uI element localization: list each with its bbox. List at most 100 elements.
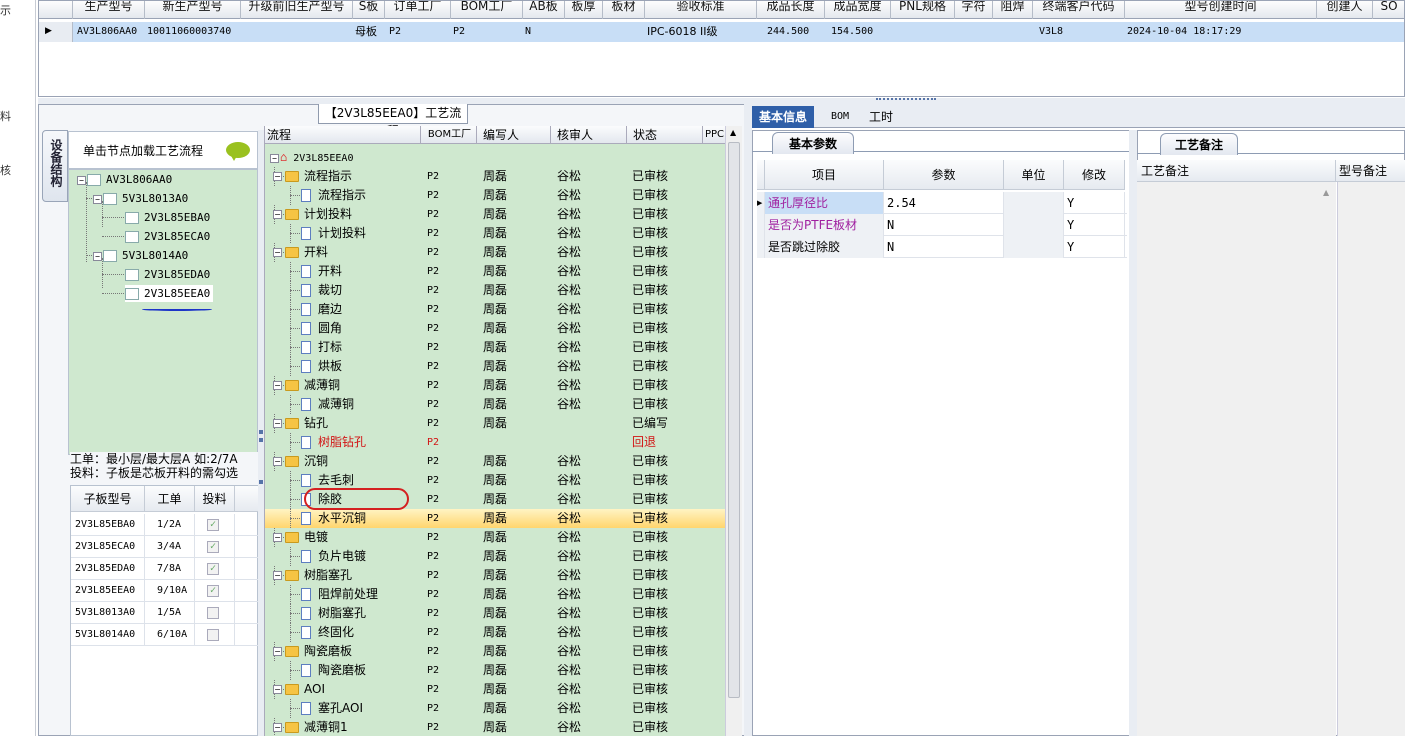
process-row[interactable]: 打标 P2 周磊 谷松 已审核	[265, 338, 725, 357]
col-header[interactable]: PPC	[703, 126, 725, 144]
tab-bom[interactable]: BOM	[824, 106, 856, 128]
process-row[interactable]: − 电镀 P2 周磊 谷松 已审核	[265, 528, 725, 547]
cell-created-time[interactable]: 2024-10-04 18:17:29	[1125, 22, 1241, 42]
collapse-toggle[interactable]: −	[273, 210, 282, 219]
cell-acceptance[interactable]: IPC-6018 II级	[645, 22, 718, 42]
cell-order[interactable]: 9/10A	[145, 580, 195, 602]
cell-width[interactable]: 154.500	[829, 22, 873, 42]
col-header[interactable]: 升级前旧生产型号	[241, 1, 353, 19]
col-header[interactable]: 工艺备注	[1141, 160, 1189, 182]
process-row[interactable]: − 减薄铜1 P2 周磊 谷松 已审核	[265, 718, 725, 736]
process-row[interactable]: − AOI P2 周磊 谷松 已审核	[265, 680, 725, 699]
feed-checkbox[interactable]: ✓	[207, 585, 219, 597]
feed-checkbox[interactable]: ✓	[207, 541, 219, 553]
process-row[interactable]: 磨边 P2 周磊 谷松 已审核	[265, 300, 725, 319]
process-row[interactable]: 烘板 P2 周磊 谷松 已审核	[265, 357, 725, 376]
col-header[interactable]: PNL规格	[891, 1, 955, 19]
cell-value[interactable]: 2.54	[884, 192, 1004, 214]
col-header[interactable]: 项目	[765, 160, 884, 190]
tab-work-hours[interactable]: 工时	[862, 106, 900, 128]
tree-root-row[interactable]: − ⌂ 2V3L85EEA0	[265, 148, 725, 167]
col-header[interactable]: 创建人	[1317, 1, 1373, 19]
tree-node[interactable]: −5V3L8013A0	[93, 192, 188, 205]
col-header[interactable]: 型号创建时间	[1125, 1, 1317, 19]
cell-sub-model[interactable]: 2V3L85EBA0	[71, 514, 145, 536]
col-header[interactable]: 板厚	[565, 1, 603, 19]
col-header[interactable]: 验收标准	[645, 1, 757, 19]
col-header[interactable]: 单位	[1004, 160, 1064, 190]
col-header[interactable]: 生产型号	[73, 1, 145, 19]
col-header[interactable]: 板材	[603, 1, 645, 19]
process-row[interactable]: 开料 P2 周磊 谷松 已审核	[265, 262, 725, 281]
process-row[interactable]: − 陶瓷磨板 P2 周磊 谷松 已审核	[265, 642, 725, 661]
process-row[interactable]: − 计划投料 P2 周磊 谷松 已审核	[265, 205, 725, 224]
tree-node-root[interactable]: − AV3L806AA0	[77, 173, 172, 186]
table-row[interactable]: 5V3L8014A0 6/10A	[71, 624, 259, 646]
collapse-toggle[interactable]: −	[273, 571, 282, 580]
col-header[interactable]: 成品宽度	[825, 1, 891, 19]
equipment-structure-tab[interactable]: 设备结构	[42, 130, 68, 202]
col-header[interactable]: 成品长度	[757, 1, 825, 19]
col-header[interactable]: 子板型号	[71, 486, 145, 512]
process-row[interactable]: − 流程指示 P2 周磊 谷松 已审核	[265, 167, 725, 186]
table-row[interactable]: 5V3L8013A0 1/5A	[71, 602, 259, 624]
collapse-toggle[interactable]: −	[273, 723, 282, 732]
param-row[interactable]: 是否跳过除胶 N Y	[757, 236, 1127, 258]
col-header[interactable]: 投料	[195, 486, 235, 512]
process-row[interactable]: 负片电镀 P2 周磊 谷松 已审核	[265, 547, 725, 566]
scroll-thumb[interactable]	[728, 142, 740, 698]
cell-unit[interactable]	[1004, 214, 1064, 236]
scroll-up-icon[interactable]: ▲	[730, 128, 736, 137]
table-row[interactable]: ▶ AV3L806AA0 10011060003740 母板 P2 P2 N I…	[39, 22, 1404, 42]
cell-order[interactable]: 7/8A	[145, 558, 195, 580]
collapse-toggle[interactable]: −	[273, 533, 282, 542]
col-header[interactable]: 终端客户代码	[1033, 1, 1125, 19]
cell-order[interactable]: 1/2A	[145, 514, 195, 536]
collapse-toggle[interactable]: −	[273, 457, 282, 466]
vertical-scrollbar[interactable]: ▲	[725, 126, 742, 736]
cell-unit[interactable]	[1004, 192, 1064, 214]
tab-basic-info[interactable]: 基本信息	[752, 106, 815, 128]
tab-process-notes[interactable]: 工艺备注	[1160, 133, 1238, 155]
col-header[interactable]: 修改	[1064, 160, 1125, 190]
cell-item[interactable]: 是否为PTFE板材	[765, 214, 884, 236]
collapse-toggle[interactable]: −	[273, 647, 282, 656]
feed-checkbox[interactable]	[207, 607, 219, 619]
cell-order[interactable]: 6/10A	[145, 624, 195, 646]
cell-customer-code[interactable]: V3L8	[1037, 22, 1063, 42]
col-header[interactable]: 字符	[955, 1, 993, 19]
col-header[interactable]: S板	[353, 1, 385, 19]
process-row[interactable]: 陶瓷磨板 P2 周磊 谷松 已审核	[265, 661, 725, 680]
process-row[interactable]: − 开料 P2 周磊 谷松 已审核	[265, 243, 725, 262]
cell-unit[interactable]	[1004, 236, 1064, 258]
cell-item[interactable]: 通孔厚径比	[765, 192, 884, 214]
cell-modify[interactable]: Y	[1064, 192, 1125, 214]
col-header[interactable]: SO	[1373, 1, 1404, 19]
collapse-toggle[interactable]: −	[273, 419, 282, 428]
tree-node[interactable]: 2V3L85EBA0	[125, 211, 210, 224]
table-row[interactable]: 2V3L85EEA0 9/10A ✓	[71, 580, 259, 602]
process-row[interactable]: 树脂塞孔 P2 周磊 谷松 已审核	[265, 604, 725, 623]
col-header[interactable]: 核审人	[551, 126, 627, 144]
process-row[interactable]: 塞孔AOI P2 周磊 谷松 已审核	[265, 699, 725, 718]
vertical-splitter[interactable]	[744, 104, 752, 736]
tab-basic-params[interactable]: 基本参数	[772, 132, 854, 154]
tree-node-selected[interactable]: 2V3L85EEA0	[125, 285, 214, 302]
cell-sub-model[interactable]: 2V3L85EDA0	[71, 558, 145, 580]
process-row[interactable]: − 树脂塞孔 P2 周磊 谷松 已审核	[265, 566, 725, 585]
model-note-area[interactable]	[1337, 160, 1405, 736]
tree-node[interactable]: −5V3L8014A0	[93, 249, 188, 262]
cell-sub-model[interactable]: 2V3L85EEA0	[71, 580, 145, 602]
table-row[interactable]: 2V3L85EDA0 7/8A ✓	[71, 558, 259, 580]
param-row[interactable]: 是否为PTFE板材 N Y	[757, 214, 1127, 236]
cell-model[interactable]: AV3L806AA0	[75, 22, 137, 42]
col-header[interactable]: 状态	[627, 126, 703, 144]
cell-length[interactable]: 244.500	[765, 22, 809, 42]
col-header[interactable]: 型号备注	[1339, 160, 1387, 182]
cell-modify[interactable]: Y	[1064, 214, 1125, 236]
tree-node[interactable]: 2V3L85ECA0	[125, 230, 210, 243]
process-row[interactable]: 裁切 P2 周磊 谷松 已审核	[265, 281, 725, 300]
process-row[interactable]: 树脂钻孔 P2 回退	[265, 433, 725, 452]
cell-order-factory[interactable]: P2	[387, 22, 401, 42]
collapse-toggle[interactable]: −	[273, 248, 282, 257]
